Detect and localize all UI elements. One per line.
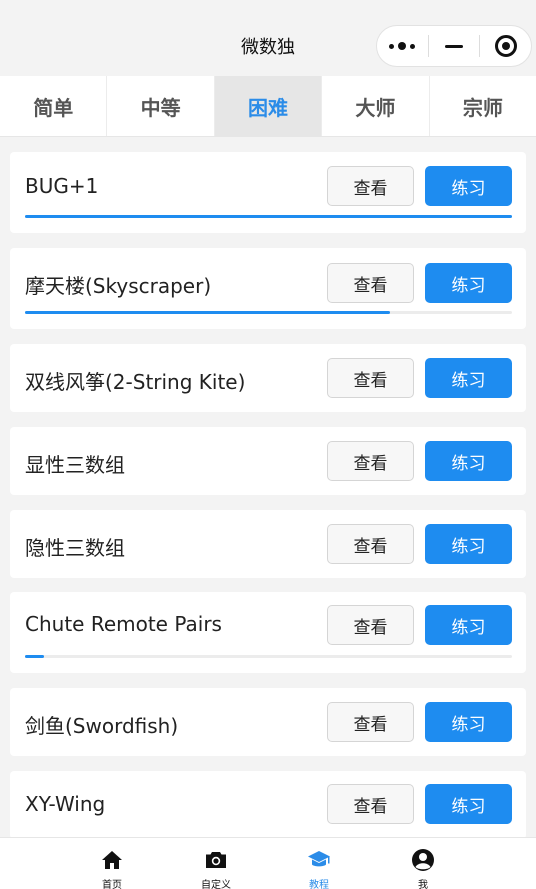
progress-bar [25,215,512,218]
nav-label: 我 [418,880,428,889]
tab-medium[interactable]: 中等 [107,76,215,136]
mini-program-capsule [376,25,532,67]
practice-button[interactable]: 练习 [425,263,512,303]
nav-me[interactable]: 我 [393,848,453,889]
nav-label: 首页 [102,880,122,889]
home-icon [102,851,122,869]
nav-label: 自定义 [201,880,231,889]
view-button[interactable]: 查看 [327,358,414,398]
list-item: 双线风筝(2-String Kite) 查看 练习 [10,344,526,412]
technique-name: Chute Remote Pairs [25,612,222,636]
tab-grandmaster[interactable]: 宗师 [430,76,536,136]
technique-name: 显性三数组 [25,453,125,477]
list-item: Chute Remote Pairs 查看 练习 [10,592,526,673]
progress-bar [25,655,512,658]
nav-home[interactable]: 首页 [82,848,142,889]
progress-bar [25,311,512,314]
view-button[interactable]: 查看 [327,166,414,206]
minimize-button[interactable] [429,26,480,66]
practice-button[interactable]: 练习 [425,524,512,564]
practice-button[interactable]: 练习 [425,702,512,742]
view-button[interactable]: 查看 [327,441,414,481]
nav-label: 教程 [309,880,329,889]
practice-button[interactable]: 练习 [425,605,512,645]
list-item: XY-Wing 查看 练习 [10,771,526,837]
view-button[interactable]: 查看 [327,605,414,645]
progress-fill [25,215,512,218]
technique-name: BUG+1 [25,174,99,198]
technique-name: XY-Wing [25,792,106,816]
technique-name: 隐性三数组 [25,536,125,560]
practice-button[interactable]: 练习 [425,784,512,824]
view-button[interactable]: 查看 [327,263,414,303]
list-item: 摩天楼(Skyscraper) 查看 练习 [10,248,526,329]
view-button[interactable]: 查看 [327,784,414,824]
technique-name: 双线风筝(2-String Kite) [25,370,246,394]
target-icon [494,35,517,57]
view-button[interactable]: 查看 [327,524,414,564]
list-item: 隐性三数组 查看 练习 [10,510,526,578]
user-icon [412,849,434,871]
practice-button[interactable]: 练习 [425,358,512,398]
tab-easy[interactable]: 简单 [0,76,108,136]
graduation-cap-icon [308,851,330,867]
list-item: BUG+1 查看 练习 [10,152,526,233]
more-menu-button[interactable] [377,26,428,66]
list-item: 剑鱼(Swordfish) 查看 练习 [10,688,526,756]
tab-master[interactable]: 大师 [322,76,430,136]
progress-fill [25,311,391,314]
more-dots-icon [389,42,416,50]
list-item: 显性三数组 查看 练习 [10,427,526,495]
practice-button[interactable]: 练习 [425,441,512,481]
technique-name: 摩天楼(Skyscraper) [25,274,212,298]
camera-icon [206,852,226,868]
bottom-nav: 首页 自定义 教程 我 [0,837,536,889]
nav-custom[interactable]: 自定义 [186,848,246,889]
tab-hard[interactable]: 困难 [214,76,323,136]
nav-tutorial[interactable]: 教程 [289,848,349,889]
view-button[interactable]: 查看 [327,702,414,742]
technique-list[interactable]: BUG+1 查看 练习 摩天楼(Skyscraper) 查看 练习 双线风筝(2… [0,137,536,837]
practice-button[interactable]: 练习 [425,166,512,206]
progress-fill [25,655,45,658]
top-bar: 微数独 [0,0,536,76]
close-program-button[interactable] [480,26,531,66]
difficulty-tabs: 简单 中等 困难 大师 宗师 [0,76,536,137]
minus-icon [445,44,463,48]
technique-name: 剑鱼(Swordfish) [25,714,179,738]
